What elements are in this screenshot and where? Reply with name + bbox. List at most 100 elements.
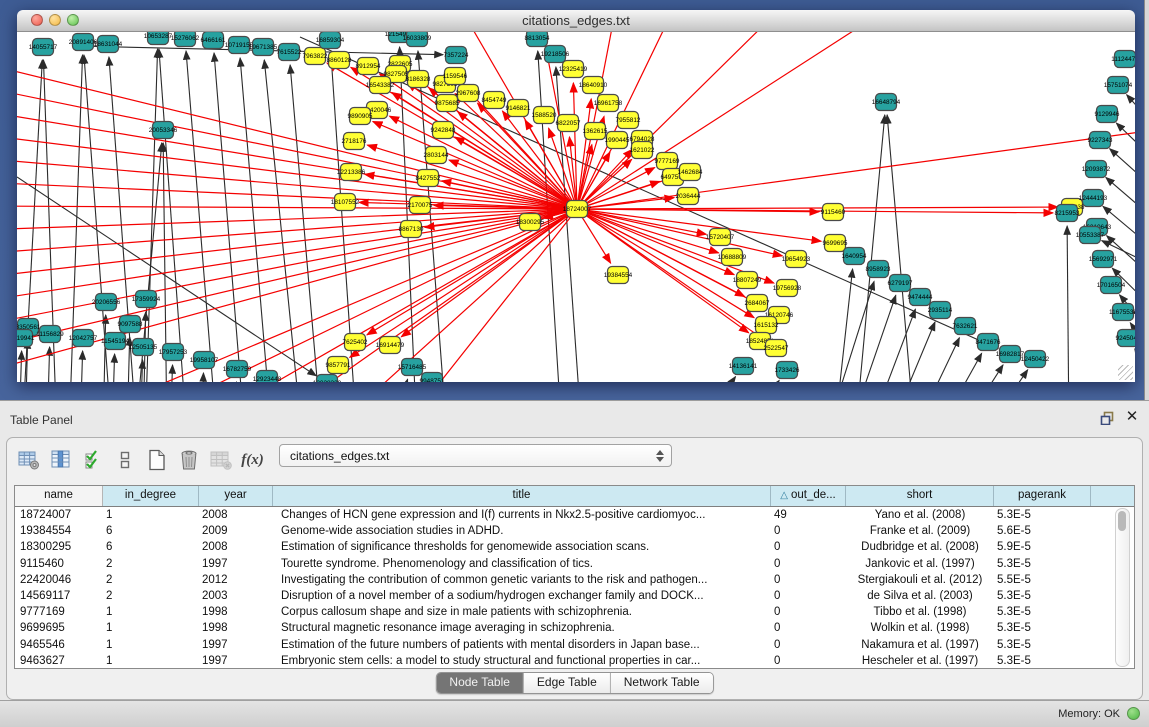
table-row[interactable]: 1872400712008Changes of HCN gene express… xyxy=(15,507,1134,523)
table-body: 1872400712008Changes of HCN gene express… xyxy=(15,507,1134,669)
graph-node-label: 9245042 xyxy=(1116,335,1135,342)
cell-year: 2003 xyxy=(199,588,273,604)
tab-edge-table[interactable]: Edge Table xyxy=(523,673,610,693)
close-panel-icon[interactable]: ✕ xyxy=(1124,409,1140,425)
tab-node-table[interactable]: Node Table xyxy=(436,673,523,693)
cell-in_degree: 1 xyxy=(103,604,199,620)
graph-node-label: 8215953 xyxy=(1055,210,1080,217)
function-icon[interactable]: f(x) xyxy=(239,447,266,473)
scrollbar-thumb[interactable] xyxy=(1118,511,1126,531)
cell-out_degree: 0 xyxy=(771,604,846,620)
graph-node-label: 20206556 xyxy=(92,299,121,306)
graph-node-label: 2935114 xyxy=(928,307,953,314)
table-row[interactable]: 946554611997Estimation of the future num… xyxy=(15,637,1134,653)
graph-node-label: 16961758 xyxy=(594,100,623,107)
graph-node-label: 15692971 xyxy=(1089,256,1118,263)
column-header-out_degree[interactable]: △out_de... xyxy=(771,486,846,506)
graph-node-label: 19654923 xyxy=(782,256,811,263)
cell-short: Wolkin et al. (1998) xyxy=(846,620,994,636)
table-panel-body: f(x) citations_edges.txt namein_degreeye… xyxy=(6,437,1143,700)
column-header-name[interactable]: name xyxy=(15,486,103,506)
cell-pagerank: 5.5E-5 xyxy=(994,572,1091,588)
cell-year: 1997 xyxy=(199,637,273,653)
check-rows-icon[interactable] xyxy=(79,447,106,473)
cell-name: 9115460 xyxy=(15,556,103,572)
resize-grip-icon[interactable] xyxy=(1118,365,1133,380)
stacked-boxes-icon[interactable] xyxy=(111,447,138,473)
table-row[interactable]: 977716911998Corpus callosum shape and si… xyxy=(15,604,1134,620)
background-window-edge xyxy=(1144,0,1149,400)
graph-edge xyxy=(867,309,915,382)
cell-in_degree: 1 xyxy=(103,620,199,636)
column-header-year[interactable]: year xyxy=(199,486,273,506)
cell-year: 1998 xyxy=(199,620,273,636)
graph-node-label: 8912954 xyxy=(356,63,381,70)
graph-node-label: 19218506 xyxy=(541,51,570,58)
delete-table-icon[interactable] xyxy=(207,447,234,473)
graph-node-label: 3919941 xyxy=(17,335,35,342)
status-bar: Memory: OK xyxy=(0,700,1149,727)
network-canvas[interactable]: 1872400779638228860128891295428226059827… xyxy=(17,32,1135,382)
table-row[interactable]: 1456911722003Disruption of a novel membe… xyxy=(15,588,1134,604)
graph-node-label: 19756928 xyxy=(773,285,802,292)
cell-name: 19384554 xyxy=(15,523,103,539)
column-header-pagerank[interactable]: pagerank xyxy=(994,486,1091,506)
float-panel-icon[interactable] xyxy=(1100,411,1116,425)
cell-title: Changes of HCN gene expression and I(f) … xyxy=(273,507,771,523)
cell-short: Franke et al. (2009) xyxy=(846,523,994,539)
table-row[interactable]: 2242004622012Investigating the contribut… xyxy=(15,572,1134,588)
node-table: namein_degreeyeartitle△out_de...shortpag… xyxy=(14,485,1135,669)
citation-graph: 1872400779638228860128891295428226059827… xyxy=(17,32,1135,382)
graph-edge xyxy=(957,365,1003,382)
cell-year: 1997 xyxy=(199,653,273,669)
cell-title: Structural magnetic resonance image aver… xyxy=(273,620,771,636)
graph-node-label: 9777169 xyxy=(655,158,680,165)
cell-name: 9463627 xyxy=(15,653,103,669)
cell-title: Estimation of the future numbers of pati… xyxy=(273,637,771,653)
column-header-short[interactable]: short xyxy=(846,486,994,506)
cell-year: 2008 xyxy=(199,539,273,555)
graph-node-label: 9097588 xyxy=(118,321,143,328)
vertical-scrollbar[interactable] xyxy=(1115,508,1130,667)
graph-edge xyxy=(577,209,706,234)
table-settings-icon[interactable] xyxy=(15,447,42,473)
table-selector-dropdown[interactable]: citations_edges.txt xyxy=(279,444,672,467)
table-row[interactable]: 1938455462009Genome-wide association stu… xyxy=(15,523,1134,539)
trash-icon[interactable] xyxy=(175,447,202,473)
graph-node-label: 7625402 xyxy=(343,339,368,346)
table-row[interactable]: 969969511998Structural magnetic resonanc… xyxy=(15,620,1134,636)
tab-network-table[interactable]: Network Table xyxy=(610,673,713,693)
column-header-in_degree[interactable]: in_degree xyxy=(103,486,199,506)
cell-name: 22420046 xyxy=(15,572,103,588)
graph-edge xyxy=(401,209,577,337)
graph-node-label: 20053346 xyxy=(149,127,178,134)
graph-node-label: 19958107 xyxy=(190,357,219,364)
graph-node-label: 6466161 xyxy=(201,37,226,44)
graph-node-label: 9474444 xyxy=(908,294,933,301)
graph-edge xyxy=(17,62,577,209)
table-row[interactable]: 911546021997Tourette syndrome. Phenomeno… xyxy=(15,556,1134,572)
table-row[interactable]: 1830029562008Estimation of significance … xyxy=(15,539,1134,555)
graph-node-label: 7955812 xyxy=(616,117,641,124)
network-window-titlebar[interactable]: citations_edges.txt xyxy=(17,10,1135,32)
table-row[interactable]: 946362711997Embryonic stem cells: a mode… xyxy=(15,653,1134,669)
graph-edge xyxy=(887,115,915,382)
graph-node-label: 16914479 xyxy=(376,342,405,349)
select-columns-icon[interactable] xyxy=(47,447,74,473)
graph-node-label: 17016504 xyxy=(1097,282,1126,289)
graph-node-label: 11675538 xyxy=(1109,309,1135,316)
graph-node-label: 8958923 xyxy=(866,266,891,273)
graph-node-label: 2522547 xyxy=(764,345,789,352)
graph-node-label: 6279197 xyxy=(888,280,913,287)
cell-in_degree: 1 xyxy=(103,637,199,653)
graph-node-label: 1640954 xyxy=(842,253,867,260)
graph-node-label: 11156829 xyxy=(36,331,64,338)
column-header-title[interactable]: title xyxy=(273,486,771,506)
graph-node-label: 18640910 xyxy=(579,82,608,89)
graph-node-label: 9115460 xyxy=(821,209,846,216)
new-document-icon[interactable] xyxy=(143,447,170,473)
cell-year: 1998 xyxy=(199,604,273,620)
cell-in_degree: 6 xyxy=(103,523,199,539)
cell-title: Estimation of significance thresholds fo… xyxy=(273,539,771,555)
graph-node-label: 2170075 xyxy=(408,202,433,209)
